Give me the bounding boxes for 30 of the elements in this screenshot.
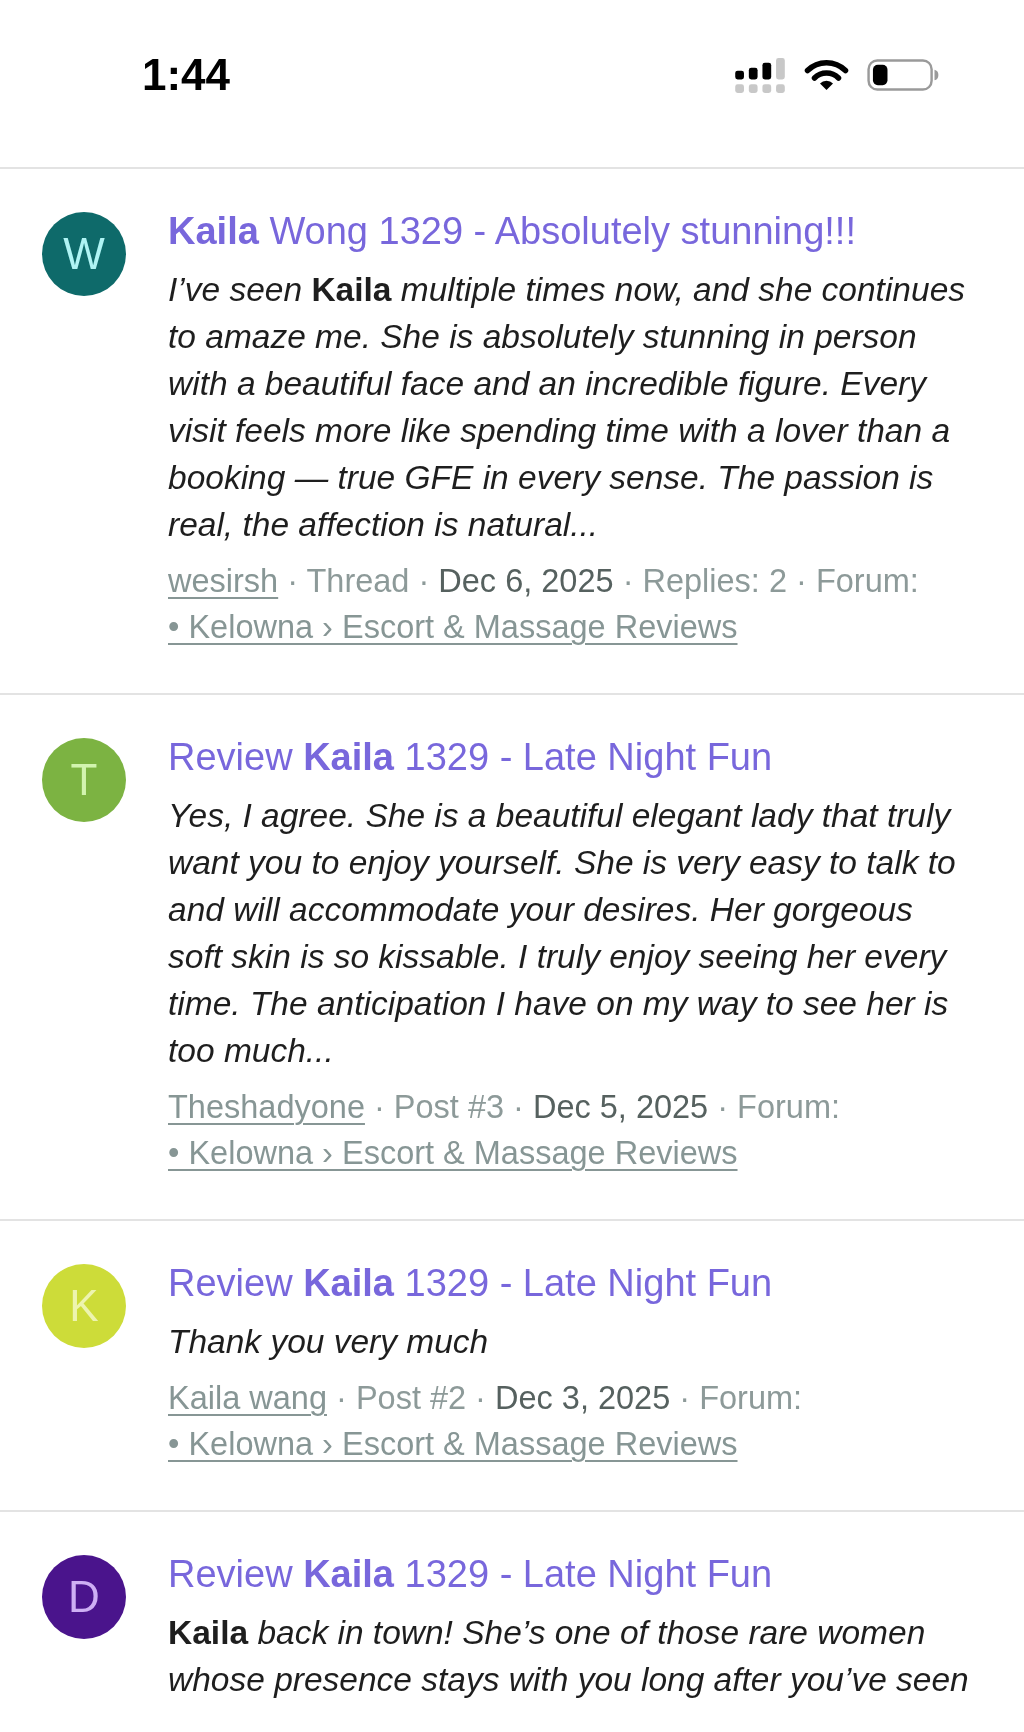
- post-excerpt: Thank you very much: [168, 1322, 490, 1362]
- post-excerpt: Yes, I agree. She is a beautiful elegant lady that truly want you to enjoy yourself. She is very easy to talk to and will accommodate your desires. Her gorgeous soft skin is so kissable. I truly enjoy seeing her every time. The anticipation I have on my way to see her is too much...: [168, 796, 957, 1071]
- user-avatar[interactable]: W: [42, 212, 126, 296]
- post-date: Dec 3, 2025: [495, 1380, 671, 1416]
- post-title-link[interactable]: Review Kaila 1329 - Late Night Fun: [168, 1549, 972, 1599]
- post-meta-text: · Post #3 ·: [374, 1089, 524, 1125]
- user-avatar[interactable]: T: [42, 738, 126, 822]
- post-meta-text: · Post #2 ·: [336, 1380, 486, 1416]
- battery-icon: [867, 59, 939, 91]
- post-meta-text: · Forum:: [679, 1380, 803, 1416]
- username-link[interactable]: Theshadyone: [168, 1089, 365, 1125]
- forum-link[interactable]: • Kelowna › Escort & Massage Reviews: [168, 609, 738, 645]
- post-title-link[interactable]: Review Kaila 1329 - Late Night Fun: [168, 732, 972, 782]
- wifi-icon: [804, 59, 849, 91]
- username-link[interactable]: Kaila wang: [168, 1380, 327, 1416]
- forum-link[interactable]: • Kelowna › Escort & Massage Reviews: [168, 1426, 738, 1462]
- forum-link[interactable]: • Kelowna › Escort & Massage Reviews: [168, 1135, 738, 1171]
- post-date: Dec 5, 2025: [532, 1089, 709, 1125]
- post-title-link[interactable]: Review Kaila 1329 - Late Night Fun: [168, 1258, 972, 1308]
- post-meta-text: · Forum:: [717, 1089, 840, 1125]
- post-meta-text: · Replies: 2 · Forum:: [622, 563, 919, 599]
- post-title-link[interactable]: Kaila Wong 1329 - Absolutely stunning!!!: [168, 206, 972, 256]
- user-avatar[interactable]: D: [42, 1555, 126, 1639]
- post-excerpt: I’ve seen Kaila multiple times now, and she continues to amaze me. She is absolutely stunning in person with a beautiful face and an incredible figure. Every visit feels more like spending time with a lover than a booking — true GFE in every sense. The passion is real, the affection is natural...: [168, 270, 966, 545]
- cellular-signal-icon: [735, 57, 786, 93]
- post-meta-text: · Thread ·: [287, 563, 430, 599]
- status-time: 1:44: [142, 52, 231, 98]
- post-date: Dec 6, 2025: [438, 563, 614, 599]
- post-excerpt: Kaila back in town! She’s one of those rare women whose presence stays with you long after you’ve seen: [168, 1613, 970, 1700]
- username-link[interactable]: wesirsh: [168, 563, 279, 599]
